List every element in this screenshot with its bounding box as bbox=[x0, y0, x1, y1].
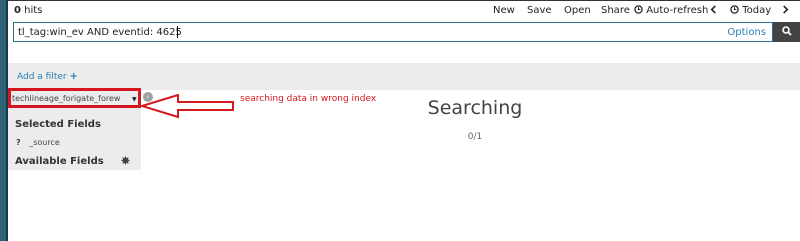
field-type-icon: ? bbox=[16, 138, 21, 147]
clock-icon bbox=[634, 5, 643, 16]
auto-refresh-label: Auto-refresh bbox=[646, 5, 709, 16]
searching-status: Searching bbox=[427, 97, 523, 119]
selected-fields-title: Selected Fields bbox=[15, 119, 101, 130]
text-cursor bbox=[177, 26, 178, 38]
plus-icon: + bbox=[69, 71, 78, 82]
save-button[interactable]: Save bbox=[527, 5, 564, 17]
annotation-arrow bbox=[140, 94, 234, 119]
field-item-source[interactable]: ? _source bbox=[16, 138, 60, 147]
highlight-box bbox=[8, 88, 141, 108]
filter-bar: Add a filter + bbox=[8, 63, 800, 90]
auto-refresh-button[interactable]: Auto-refresh bbox=[634, 5, 710, 17]
search-progress: 0/1 bbox=[467, 132, 483, 142]
top-toolbar: 0 hits New Save Open Share Auto-refresh … bbox=[8, 0, 800, 22]
time-picker-button[interactable]: Today bbox=[730, 5, 782, 17]
add-filter-link[interactable]: Add a filter + bbox=[17, 71, 78, 82]
options-link[interactable]: Options bbox=[727, 27, 766, 38]
left-nav-strip bbox=[0, 0, 8, 241]
available-fields-title: Available Fields bbox=[15, 156, 104, 167]
hits-number: 0 bbox=[14, 5, 21, 16]
clock-icon bbox=[730, 5, 739, 16]
share-button[interactable]: Share bbox=[601, 5, 634, 17]
gear-icon[interactable] bbox=[121, 156, 130, 168]
hits-count: 0 hits bbox=[14, 5, 42, 16]
chevron-right-icon[interactable] bbox=[782, 5, 800, 17]
chevron-left-icon[interactable] bbox=[710, 5, 730, 17]
query-bar: Options bbox=[13, 22, 773, 42]
search-row: Options bbox=[8, 22, 800, 42]
query-input[interactable] bbox=[18, 25, 708, 39]
search-button[interactable] bbox=[773, 22, 800, 42]
time-picker-label: Today bbox=[742, 5, 772, 16]
new-button[interactable]: New bbox=[493, 5, 527, 17]
search-icon bbox=[781, 25, 792, 38]
top-menu: New Save Open Share Auto-refresh Today bbox=[493, 5, 800, 17]
hits-label: hits bbox=[24, 5, 43, 16]
field-sidebar: techlineage_forigate_forew ▼ Selected Fi… bbox=[8, 88, 141, 170]
annotation-text: searching data in wrong index bbox=[240, 94, 377, 104]
field-name: _source bbox=[29, 138, 60, 147]
open-button[interactable]: Open bbox=[564, 5, 601, 17]
add-filter-label: Add a filter bbox=[17, 72, 67, 82]
